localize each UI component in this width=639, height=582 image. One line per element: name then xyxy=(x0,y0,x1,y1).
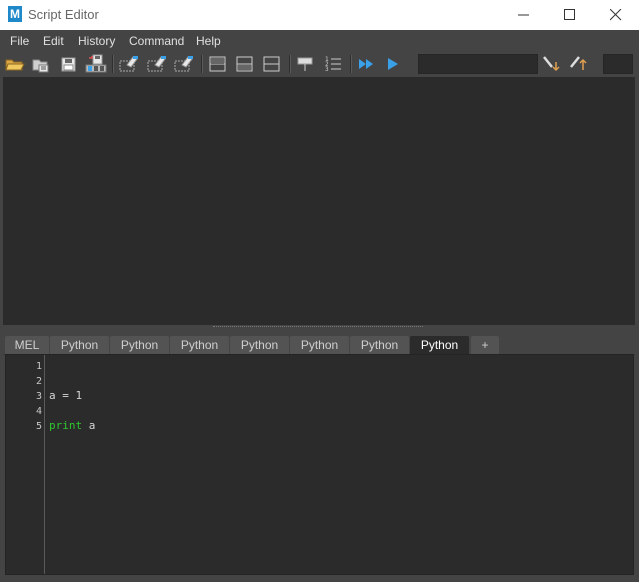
line-number: 5 xyxy=(35,421,42,432)
execute-all-button[interactable] xyxy=(356,54,378,74)
menu-file[interactable]: File xyxy=(10,34,29,48)
line-number: 1 xyxy=(35,361,42,372)
line-number-gutter: 1 2 3 4 5 xyxy=(6,355,45,574)
show-history-only-button[interactable] xyxy=(207,54,229,74)
show-line-numbers-icon: 1 2 3 xyxy=(325,56,341,73)
pane-splitter-handle[interactable] xyxy=(213,326,423,329)
tab-python-6[interactable]: Python xyxy=(350,336,409,354)
show-input-only-button[interactable] xyxy=(234,54,256,74)
line-number: 2 xyxy=(35,376,42,387)
save-script-button[interactable] xyxy=(58,54,80,74)
clear-input-button[interactable] xyxy=(146,54,168,74)
show-line-numbers-button[interactable]: 1 2 3 xyxy=(322,54,344,74)
line-number: 3 xyxy=(35,391,42,402)
open-script-icon xyxy=(5,59,25,71)
save-to-shelf-button[interactable] xyxy=(84,54,107,74)
close-button[interactable] xyxy=(593,0,639,30)
svg-text:3: 3 xyxy=(325,66,329,73)
show-both-icon xyxy=(263,56,280,72)
minimize-button[interactable] xyxy=(501,0,547,30)
tab-python-1[interactable]: Python xyxy=(50,336,109,354)
toolbar-separator xyxy=(350,55,352,73)
save-script-icon xyxy=(61,57,76,72)
clear-all-button[interactable] xyxy=(173,54,195,74)
code-text: a = 1 xyxy=(49,389,83,402)
source-script-icon xyxy=(32,59,49,73)
toolbar-small-field[interactable] xyxy=(603,54,633,74)
menu-command[interactable]: Command xyxy=(129,34,184,48)
title-bar: M Script Editor xyxy=(0,0,639,30)
open-script-button[interactable] xyxy=(4,54,26,74)
code-text: a xyxy=(82,419,96,432)
show-history-only-icon xyxy=(209,56,226,72)
menu-help[interactable]: Help xyxy=(196,34,221,48)
toolbar: 1 2 3 xyxy=(0,52,639,76)
tab-python-4[interactable]: Python xyxy=(230,336,289,354)
maya-app-icon: M xyxy=(8,6,22,22)
code-line: a = 1 xyxy=(49,389,82,402)
echo-all-commands-button[interactable] xyxy=(295,54,317,74)
window-title: Script Editor xyxy=(28,7,99,22)
search-down-icon xyxy=(543,56,560,72)
add-tab-button[interactable]: + xyxy=(471,336,499,354)
tab-mel[interactable]: MEL xyxy=(5,336,49,354)
execute-icon xyxy=(388,58,398,70)
execute-button[interactable] xyxy=(383,54,405,74)
menu-history[interactable]: History xyxy=(78,34,115,48)
clear-input-icon xyxy=(147,56,166,72)
code-keyword: print xyxy=(49,419,83,432)
search-down-button[interactable] xyxy=(541,54,563,74)
tab-python-5[interactable]: Python xyxy=(290,336,349,354)
toolbar-separator xyxy=(201,55,203,73)
show-input-only-icon xyxy=(236,56,253,72)
close-icon xyxy=(610,9,622,21)
maximize-icon xyxy=(564,9,575,20)
minimize-icon xyxy=(518,14,529,16)
execute-all-icon xyxy=(359,59,373,69)
script-input-editor[interactable]: 1 2 3 4 5 a = 1 print a xyxy=(5,354,634,575)
show-both-button[interactable] xyxy=(261,54,283,74)
command-search-field[interactable] xyxy=(418,54,538,74)
tab-python-3[interactable]: Python xyxy=(170,336,229,354)
toolbar-separator xyxy=(289,55,291,73)
line-number: 4 xyxy=(35,406,42,417)
tab-python-active[interactable]: Python xyxy=(410,336,469,354)
menu-edit[interactable]: Edit xyxy=(43,34,64,48)
clear-all-icon xyxy=(174,56,193,72)
tab-bar: MEL Python Python Python Python Python P… xyxy=(3,334,635,355)
save-to-shelf-icon xyxy=(85,54,107,73)
search-up-button[interactable] xyxy=(568,54,590,74)
source-script-button[interactable] xyxy=(30,54,52,74)
clear-history-button[interactable] xyxy=(118,54,140,74)
tab-python-2[interactable]: Python xyxy=(110,336,169,354)
history-pane[interactable] xyxy=(3,77,635,325)
clear-history-icon xyxy=(119,56,138,72)
menu-bar: File Edit History Command Help xyxy=(0,30,639,52)
script-editor-window: M Script Editor File Edit History Comman… xyxy=(0,0,639,582)
search-up-icon xyxy=(570,56,587,70)
code-line: print a xyxy=(49,419,95,432)
maximize-button[interactable] xyxy=(547,0,593,30)
echo-all-commands-icon xyxy=(297,57,313,71)
toolbar-separator xyxy=(112,55,114,73)
